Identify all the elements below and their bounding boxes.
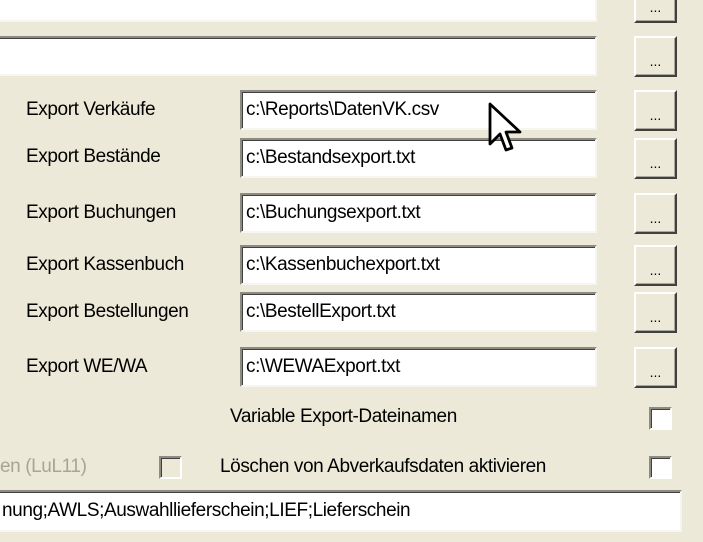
lul11-checkbox: [159, 456, 182, 479]
path-field-export-bestaende[interactable]: c:\Bestandsexport.txt: [240, 138, 597, 178]
delete-sales-data-label[interactable]: Löschen von Abverkaufsdaten aktivieren: [220, 455, 546, 479]
label-export-bestellungen: Export Bestellungen: [26, 301, 189, 322]
label-export-bestaende: Export Bestände: [26, 146, 161, 167]
path-field-export-buchungen[interactable]: c:\Buchungsexport.txt: [240, 193, 597, 233]
lul11-label: en (LuL11): [0, 456, 87, 477]
path-field-0[interactable]: [0, 0, 597, 22]
browse-button-export-wewa[interactable]: ...: [634, 347, 677, 388]
path-field-export-verkaeufe[interactable]: c:\Reports\DatenVK.csv: [240, 90, 597, 130]
path-field-export-bestellungen[interactable]: c:\BestellExport.txt: [240, 292, 597, 332]
browse-button-0[interactable]: ...: [634, 0, 677, 23]
document-types-field[interactable]: nung;AWLS;Auswahllieferschein;LIEF;Liefe…: [0, 490, 682, 532]
label-export-wewa: Export WE/WA: [26, 356, 148, 377]
path-field-1[interactable]: [0, 36, 597, 76]
variable-export-names-checkbox[interactable]: [649, 407, 672, 430]
browse-button-export-kassenbuch[interactable]: ...: [634, 245, 677, 286]
browse-button-export-buchungen[interactable]: ...: [634, 193, 677, 234]
label-export-buchungen: Export Buchungen: [26, 202, 176, 223]
path-field-export-wewa[interactable]: c:\WEWAExport.txt: [240, 347, 597, 387]
path-field-export-kassenbuch[interactable]: c:\Kassenbuchexport.txt: [240, 245, 597, 285]
label-export-verkaeufe: Export Verkäufe: [26, 99, 156, 120]
browse-button-1[interactable]: ...: [634, 36, 677, 77]
browse-button-export-verkaeufe[interactable]: ...: [634, 90, 677, 131]
label-export-kassenbuch: Export Kassenbuch: [26, 254, 184, 275]
browse-button-export-bestellungen[interactable]: ...: [634, 292, 677, 333]
browse-button-export-bestaende[interactable]: ...: [634, 138, 677, 179]
variable-export-names-label[interactable]: Variable Export-Dateinamen: [230, 405, 457, 429]
delete-sales-data-checkbox[interactable]: [649, 456, 672, 479]
mouse-cursor-icon: [488, 102, 522, 152]
